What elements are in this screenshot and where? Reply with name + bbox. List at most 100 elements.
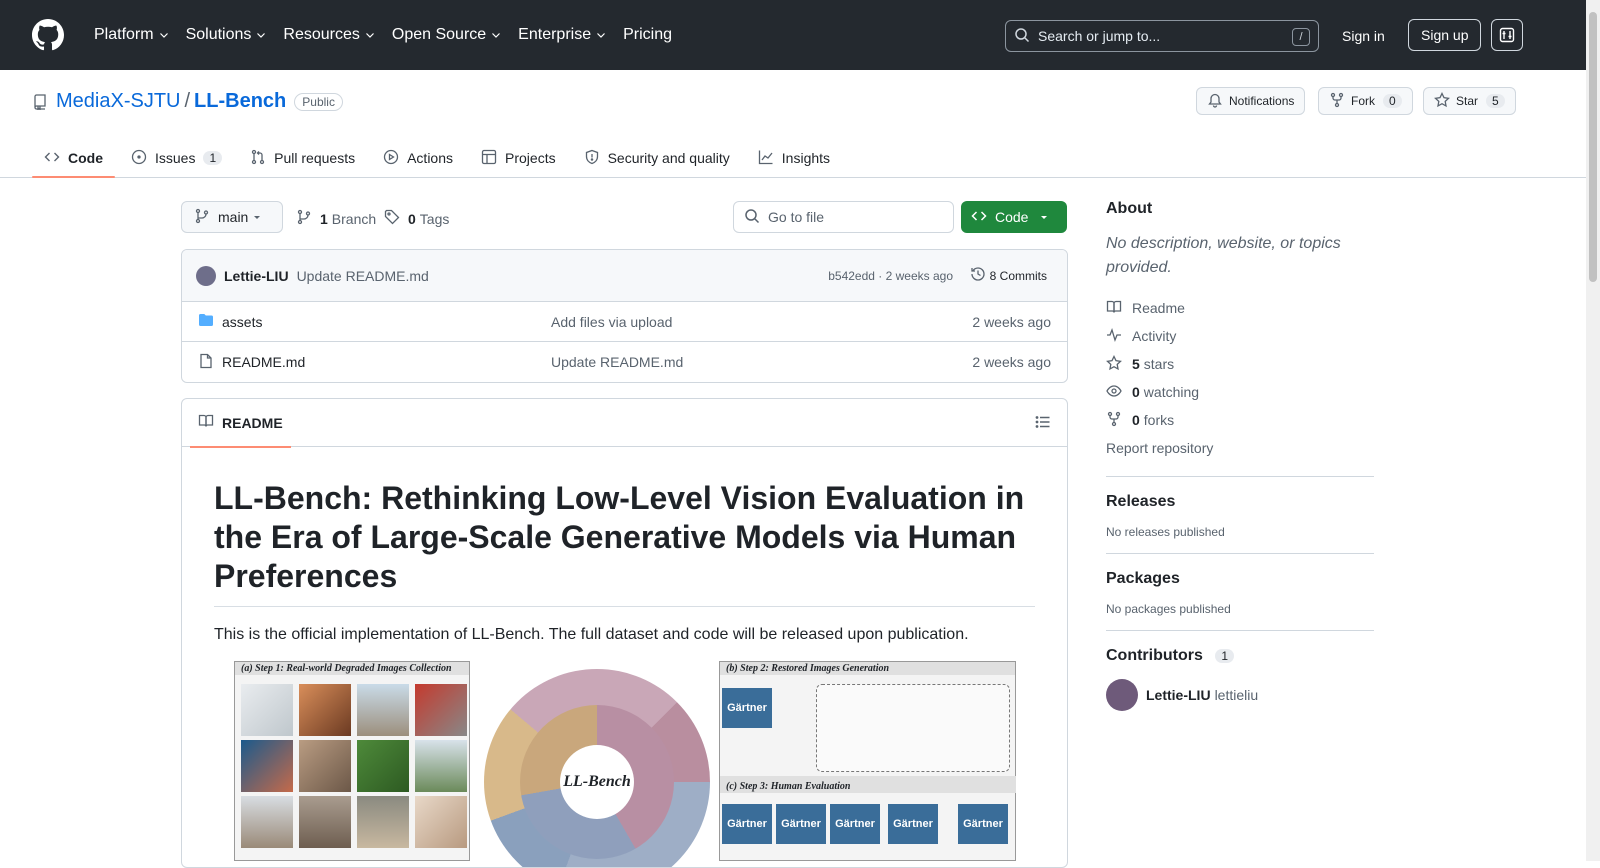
contributor-name[interactable]: Lettie-LIU (1146, 687, 1211, 703)
readme-body: LL-Bench: Rethinking Low-Level Vision Ev… (182, 447, 1067, 867)
contributor-item[interactable]: Lettie-LIU lettieliu (1106, 679, 1374, 711)
nav-open-source-label: Open Source (391, 26, 487, 43)
figure-result-sample: Gärtner (722, 804, 772, 845)
figure-thumbnail (357, 740, 409, 793)
figure-thumbnail (299, 740, 351, 793)
forks-link[interactable]: 0 forks (1106, 406, 1374, 434)
chevron-down-icon (595, 29, 607, 41)
file-table: Lettie-LIU Update README.md b542edd · 2 … (181, 249, 1068, 383)
code-dropdown-button[interactable]: Code (961, 201, 1067, 233)
divider (1106, 553, 1374, 554)
tab-actions[interactable]: Actions (371, 140, 465, 176)
search-placeholder: Search or jump to... (1038, 28, 1161, 44)
scrollbar-thumb[interactable] (1589, 12, 1597, 282)
star-icon (1106, 354, 1132, 374)
file-name[interactable]: README.md (222, 354, 305, 370)
readme-tab[interactable]: README (190, 399, 291, 448)
tab-actions-label: Actions (407, 150, 454, 166)
nav-platform[interactable]: Platform (86, 19, 178, 51)
tab-pull-requests[interactable]: Pull requests (238, 140, 367, 176)
table-row[interactable]: README.md Update README.md 2 weeks ago (182, 342, 1067, 382)
repo-title: MediaX-SJTU / LL-Bench Public (32, 90, 343, 113)
git-pull-request-icon (250, 149, 274, 168)
readme-link-label: Readme (1132, 300, 1185, 316)
repo-name-link[interactable]: LL-Bench (194, 90, 286, 113)
watching-count: 0 (1132, 384, 1140, 400)
book-icon (1106, 299, 1132, 318)
readme-link[interactable]: Readme (1106, 294, 1374, 322)
releases-text: No releases published (1106, 525, 1225, 539)
overview-figure: (a) Step 1: Real-world Degraded Images C… (234, 661, 1016, 867)
releases-title[interactable]: Releases (1106, 493, 1374, 511)
nav-enterprise[interactable]: Enterprise (510, 19, 615, 51)
tab-projects[interactable]: Projects (469, 140, 568, 176)
commit-hash-time[interactable]: b542edd · 2 weeks ago (828, 269, 953, 283)
contributors-heading[interactable]: Contributors 1 (1106, 647, 1374, 665)
global-search-input[interactable]: Search or jump to... / (1005, 20, 1319, 52)
folder-icon (198, 312, 214, 331)
forks-count: 0 (1132, 412, 1140, 428)
fork-button[interactable]: Fork 0 (1318, 87, 1413, 115)
packages-title[interactable]: Packages (1106, 570, 1374, 588)
figure-step3-title: (c) Step 3: Human Evaluation (720, 780, 1016, 794)
notifications-label: Notifications (1229, 94, 1295, 108)
figure-thumbnail (415, 740, 467, 793)
file-commit-message[interactable]: Add files via upload (551, 314, 672, 330)
repository-header: MediaX-SJTU / LL-Bench Public Notificati… (0, 70, 1600, 178)
commit-message[interactable]: Update README.md (297, 268, 429, 284)
stars-link[interactable]: 5 stars (1106, 350, 1374, 378)
triangle-down-icon (1039, 209, 1057, 225)
pulse-icon (1106, 327, 1132, 346)
tags-link[interactable]: 0 Tags (384, 209, 449, 228)
file-commit-message[interactable]: Update README.md (551, 354, 683, 370)
avatar[interactable] (196, 265, 216, 286)
tab-code[interactable]: Code (32, 140, 115, 178)
list-unordered-icon[interactable] (1035, 414, 1051, 433)
activity-link[interactable]: Activity (1106, 322, 1374, 350)
repo-tabs: Code Issues 1 Pull requests Actions Proj… (32, 140, 846, 178)
star-button[interactable]: Star 5 (1423, 87, 1516, 115)
tab-insights[interactable]: Insights (746, 140, 842, 176)
figure-thumbnail (415, 796, 467, 849)
watchers-link[interactable]: 0 watching (1106, 378, 1374, 406)
commits-count: 8 Commits (989, 268, 1047, 283)
go-to-file-input[interactable]: Go to file (733, 201, 954, 233)
sign-up-button[interactable]: Sign up (1408, 19, 1482, 51)
nav-pricing[interactable]: Pricing (615, 19, 680, 51)
nav-resources[interactable]: Resources (275, 19, 383, 51)
figure-result-sample: Gärtner (830, 804, 880, 845)
figure-step2-title: (b) Step 2: Restored Images Generation (720, 662, 1015, 676)
star-count: 5 (1486, 94, 1505, 108)
branches-link[interactable]: 1 Branch (296, 209, 376, 228)
nav-solutions[interactable]: Solutions (178, 19, 276, 51)
file-name[interactable]: assets (222, 314, 262, 330)
fork-count: 0 (1383, 94, 1402, 108)
about-description: No description, website, or topics provi… (1106, 235, 1341, 276)
page-scrollbar[interactable] (1586, 0, 1600, 861)
table-icon (481, 149, 505, 168)
search-icon (1014, 27, 1030, 46)
code-button-label: Code (995, 209, 1029, 225)
file-navigation: main 1 Branch 0 Tags Go to file Code (181, 200, 1068, 233)
stars-label: stars (1143, 356, 1175, 372)
visibility-badge: Public (294, 92, 343, 111)
chevron-down-icon (255, 29, 267, 41)
notifications-button[interactable]: Notifications (1196, 87, 1306, 115)
github-logo-icon[interactable] (32, 19, 64, 51)
search-shortcut-key: / (1292, 28, 1310, 46)
watching-label: watching (1143, 384, 1200, 400)
commits-link[interactable]: 8 Commits (970, 266, 1047, 285)
nav-platform-label: Platform (94, 26, 154, 43)
report-repository-link[interactable]: Report repository (1106, 434, 1374, 462)
commit-author[interactable]: Lettie-LIU (224, 268, 289, 284)
repo-owner-link[interactable]: MediaX-SJTU (56, 90, 180, 113)
table-row[interactable]: assets Add files via upload 2 weeks ago (182, 302, 1067, 342)
avatar[interactable] (1106, 679, 1138, 711)
branch-select-button[interactable]: main (181, 201, 283, 233)
sign-in-link[interactable]: Sign in (1330, 20, 1397, 52)
nav-open-source[interactable]: Open Source (384, 19, 510, 51)
tab-security[interactable]: Security and quality (572, 140, 742, 176)
tab-issues[interactable]: Issues 1 (119, 140, 234, 176)
figure-step1-title: (a) Step 1: Real-world Degraded Images C… (235, 662, 469, 676)
sliders-icon[interactable] (1491, 19, 1523, 51)
